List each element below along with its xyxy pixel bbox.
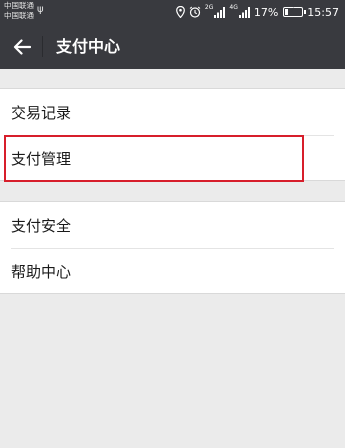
- carrier-2: 中国联通: [4, 11, 34, 20]
- menu-group-1: 交易记录 支付管理: [0, 88, 345, 181]
- back-button[interactable]: [8, 24, 36, 69]
- status-icons: 2G 4G 17% ⚡ 15:57: [176, 0, 339, 24]
- menu-item-payment-management[interactable]: 支付管理: [0, 135, 345, 181]
- title-bar: 支付中心: [0, 24, 345, 69]
- page-title: 支付中心: [56, 37, 121, 56]
- status-bar: 中国联通 中国联通 ψ 2G 4G 17% ⚡ 15:57: [0, 0, 345, 24]
- signal-icon-1: [214, 6, 226, 18]
- menu-item-transactions[interactable]: 交易记录: [0, 89, 345, 135]
- charging-icon: ⚡: [289, 6, 295, 15]
- network-tag-2: 4G: [229, 4, 238, 11]
- usb-icon: ψ: [37, 4, 44, 15]
- alarm-icon: [189, 6, 201, 18]
- menu-item-help-center[interactable]: 帮助中心: [0, 248, 345, 294]
- carrier-1: 中国联通: [4, 1, 34, 10]
- title-divider: [42, 36, 43, 57]
- location-icon: [176, 6, 185, 18]
- menu-item-label: 支付安全: [11, 216, 72, 235]
- menu-item-label: 支付管理: [11, 149, 72, 168]
- battery-icon: ⚡: [283, 6, 307, 17]
- battery-percent: 17%: [253, 5, 279, 19]
- carrier-labels: 中国联通 中国联通: [4, 1, 34, 21]
- network-tag-1: 2G: [204, 4, 214, 11]
- signal-icon-2: [238, 6, 250, 18]
- clock: 15:57: [307, 5, 339, 19]
- menu-item-label: 交易记录: [11, 103, 72, 122]
- menu-item-label: 帮助中心: [11, 262, 72, 281]
- arrow-left-icon: [13, 38, 31, 55]
- battery-fill: [285, 9, 289, 15]
- menu-item-payment-security[interactable]: 支付安全: [0, 202, 345, 248]
- menu-group-2: 支付安全 帮助中心: [0, 201, 345, 294]
